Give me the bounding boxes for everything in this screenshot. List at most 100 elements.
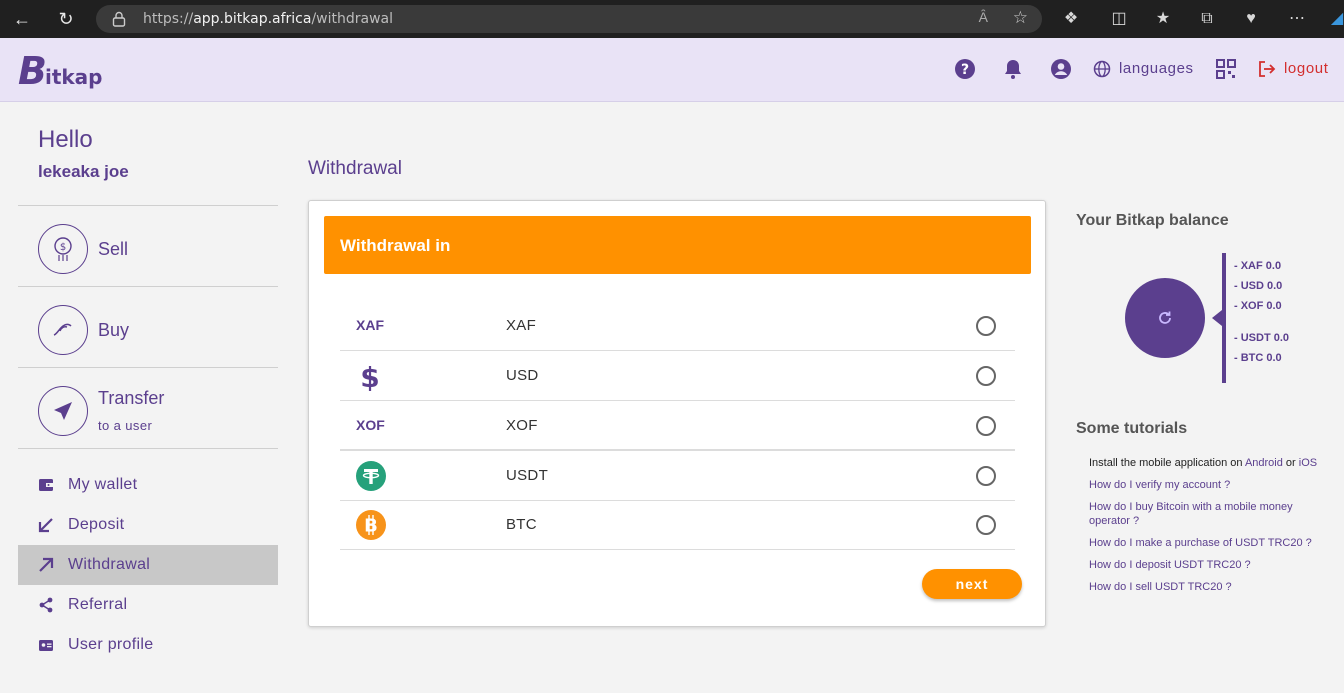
sidebar-item-transfer[interactable]: Transfer to a user: [18, 368, 278, 448]
tutorial-link[interactable]: How do I verify my account ?: [1089, 478, 1329, 492]
read-aloud-icon[interactable]: Ȃ: [979, 9, 988, 25]
radio-usd[interactable]: [976, 366, 996, 386]
sidebar: Hello lekeaka joe $ Sell Buy Transfer to…: [18, 102, 278, 693]
xof-text: XOF: [356, 417, 385, 433]
transfer-circle: [38, 386, 88, 436]
sidebar-item-label: Deposit: [68, 516, 125, 533]
arrow-up-right-icon: [39, 557, 54, 572]
buy-circle: [38, 305, 88, 355]
account-icon[interactable]: [1050, 58, 1072, 80]
radio-xof[interactable]: [976, 416, 996, 436]
balance-bar: [1222, 253, 1226, 383]
android-link[interactable]: Android: [1245, 457, 1283, 469]
divider: [18, 448, 278, 449]
sidebar-item-deposit[interactable]: Deposit: [18, 505, 278, 545]
languages-link[interactable]: languages: [1119, 60, 1194, 77]
svg-text:B: B: [364, 516, 378, 537]
withdrawal-banner: Withdrawal in: [324, 216, 1031, 274]
ios-link[interactable]: iOS: [1299, 457, 1317, 469]
balance-title: Your Bitkap balance: [1076, 212, 1229, 229]
refresh-icon[interactable]: ↻: [54, 7, 78, 31]
sidebar-item-referral[interactable]: Referral: [18, 585, 278, 625]
tutorial-link[interactable]: How do I deposit USDT TRC20 ?: [1089, 558, 1329, 572]
refresh-balance-button[interactable]: [1125, 278, 1205, 358]
currency-row-xof[interactable]: XOF XOF: [340, 401, 1015, 451]
greeting: Hello: [38, 126, 93, 153]
copilot-icon[interactable]: ◢: [1326, 8, 1344, 30]
sidebar-item-label: Withdrawal: [68, 556, 151, 573]
username: lekeaka joe: [38, 162, 129, 181]
collections-icon[interactable]: ⧉: [1196, 8, 1218, 30]
radio-xaf[interactable]: [976, 316, 996, 336]
sidebar-item-sell[interactable]: $ Sell: [18, 206, 278, 286]
tutorial-link[interactable]: How do I make a purchase of USDT TRC20 ?: [1089, 536, 1329, 550]
page-title: Withdrawal: [308, 158, 402, 179]
balance-btc: - BTC 0.0: [1234, 352, 1282, 364]
back-icon[interactable]: ←: [10, 7, 34, 31]
arrow-down-left-icon: [38, 518, 53, 533]
sidebar-item-withdrawal[interactable]: Withdrawal: [18, 545, 278, 585]
currency-name: XOF: [506, 417, 538, 434]
sidebar-item-sublabel: to a user: [98, 418, 153, 433]
refresh-icon: [1159, 311, 1171, 324]
id-card-icon: [39, 640, 53, 651]
share-icon: [39, 597, 53, 613]
svg-text:?: ?: [961, 62, 969, 78]
currency-name: BTC: [506, 516, 537, 533]
bell-icon[interactable]: [1002, 58, 1024, 80]
sidebar-item-label: Sell: [98, 239, 129, 259]
sell-circle: $: [38, 224, 88, 274]
more-menu-icon[interactable]: ⋯: [1286, 8, 1308, 30]
balance-usdt: - USDT 0.0: [1234, 332, 1290, 344]
favorite-star-icon[interactable]: ☆: [1013, 8, 1028, 28]
app-header: Bitkap ? languages logout: [0, 38, 1344, 102]
radio-usdt[interactable]: [976, 466, 996, 486]
currency-row-xaf[interactable]: XAF XAF: [340, 301, 1015, 351]
address-bar[interactable]: https://app.bitkap.africa/withdrawal Ȃ …: [96, 5, 1042, 33]
dollar-icon: $: [360, 361, 379, 391]
currency-name: XAF: [506, 317, 537, 334]
globe-icon[interactable]: [1093, 60, 1111, 78]
bitkap-logo[interactable]: Bitkap: [18, 46, 103, 90]
send-icon: [54, 402, 72, 420]
split-screen-icon[interactable]: ◫: [1108, 8, 1130, 30]
next-button[interactable]: next: [922, 569, 1022, 599]
tether-icon: [356, 461, 386, 491]
logout-icon[interactable]: [1258, 60, 1276, 78]
sidebar-item-label: User profile: [68, 636, 154, 653]
qr-code-icon[interactable]: [1216, 59, 1236, 79]
withdrawal-card: Withdrawal in XAF XAF $ USD XOF XOF USDT…: [308, 200, 1046, 627]
url-text: https://app.bitkap.africa/withdrawal: [143, 11, 394, 27]
balance-xof: - XOF 0.0: [1234, 300, 1282, 312]
sidebar-item-label: Transfer: [98, 388, 165, 408]
health-icon[interactable]: ♥: [1240, 8, 1262, 30]
currency-row-usdt[interactable]: USDT: [340, 451, 1015, 501]
sidebar-item-my-wallet[interactable]: My wallet: [18, 465, 278, 505]
sell-coin-icon: $: [54, 237, 72, 261]
currency-row-usd[interactable]: $ USD: [340, 351, 1015, 401]
balance-xaf: - XAF 0.0: [1234, 260, 1282, 272]
tutorials-title: Some tutorials: [1076, 420, 1188, 437]
svg-text:$: $: [360, 361, 379, 391]
svg-text:$: $: [60, 242, 66, 253]
currency-name: USDT: [506, 467, 549, 484]
tutorial-link[interactable]: How do I buy Bitcoin with a mobile money…: [1089, 500, 1319, 528]
help-icon[interactable]: ?: [954, 58, 976, 80]
balance-usd: - USD 0.0: [1234, 280, 1283, 292]
sidebar-item-buy[interactable]: Buy: [18, 287, 278, 367]
sidebar-item-label: My wallet: [68, 476, 138, 493]
sidebar-item-user-profile[interactable]: User profile: [18, 625, 278, 665]
banner-title: Withdrawal in: [340, 236, 451, 255]
favorites-icon[interactable]: ★: [1152, 8, 1174, 30]
radio-btc[interactable]: [976, 515, 996, 535]
tutorial-link[interactable]: How do I sell USDT TRC20 ?: [1089, 580, 1329, 594]
xaf-text: XAF: [356, 317, 384, 333]
buy-hand-icon: [53, 323, 72, 336]
logout-link[interactable]: logout: [1284, 60, 1328, 77]
wallet-icon: [39, 479, 53, 491]
balance-pointer: [1212, 310, 1222, 326]
currency-row-btc[interactable]: B BTC: [340, 500, 1015, 550]
extensions-icon[interactable]: ❖: [1060, 8, 1082, 30]
sidebar-item-label: Referral: [68, 596, 128, 613]
currency-name: USD: [506, 367, 539, 384]
